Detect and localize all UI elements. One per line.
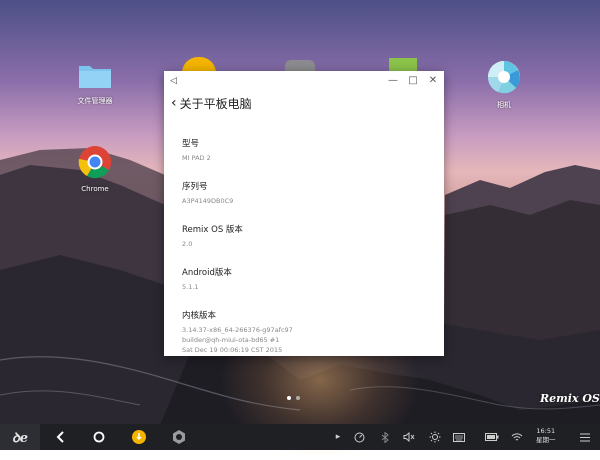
nav-back-button[interactable] — [50, 424, 72, 450]
folder-icon — [79, 66, 111, 88]
kernel-version-value: 3.14.37-x86_64-266376-g97afc97 — [182, 326, 293, 334]
camera-label: 相机 — [497, 101, 511, 109]
chrome-shortcut[interactable]: Chrome — [70, 145, 120, 193]
model-label: 型号 — [182, 139, 200, 149]
app-yellow-icon — [132, 430, 146, 444]
maximize-button[interactable]: □ — [406, 75, 420, 86]
minimize-button[interactable]: — — [386, 75, 400, 86]
window-titlebar[interactable]: ◁ — □ ✕ — [164, 71, 444, 92]
speed-gauge-icon[interactable] — [352, 424, 366, 450]
brightness-icon[interactable] — [428, 424, 442, 450]
expand-tray-icon[interactable]: ▸ — [332, 424, 344, 450]
start-button[interactable]: ꝺе — [0, 424, 40, 450]
remix-os-logo: Remix OS — [540, 392, 600, 405]
camera-shortcut[interactable]: 相机 — [479, 60, 529, 110]
bluetooth-icon[interactable] — [378, 424, 392, 450]
remix-version-label: Remix OS 版本 — [182, 225, 243, 235]
list-item-kernel-version[interactable]: 内核版本 3.14.37-x86_64-266376-g97afc97 buil… — [182, 309, 434, 355]
volume-muted-icon[interactable] — [402, 424, 416, 450]
taskbar-settings[interactable] — [168, 424, 190, 450]
page-dot[interactable] — [296, 396, 300, 400]
clock-time: 16:51 — [536, 427, 556, 435]
file-manager-shortcut[interactable]: 文件管理器 — [70, 60, 120, 106]
android-version-value: 5.1.1 — [182, 283, 199, 291]
keyboard-icon[interactable] — [452, 424, 466, 450]
serial-label: 序列号 — [182, 182, 208, 192]
page-dot[interactable] — [287, 396, 291, 400]
list-item-android-version[interactable]: Android版本 5.1.1 — [182, 266, 434, 292]
home-circle-icon — [93, 431, 105, 443]
device-info-list: 型号 MI PAD 2 序列号 A3P4149DB0C9 Remix OS 版本… — [182, 137, 434, 372]
chrome-label: Chrome — [81, 185, 109, 193]
taskbar: ꝺе ▸ 16:51 星期一 — [0, 424, 600, 450]
chrome-icon — [78, 146, 112, 179]
remix-version-value: 2.0 — [182, 240, 193, 248]
desktop-page-indicator — [287, 396, 300, 400]
android-version-label: Android版本 — [182, 268, 232, 278]
close-button[interactable]: ✕ — [426, 75, 440, 86]
about-tablet-window: ◁ — □ ✕ ‹ 关于平板电脑 型号 MI PAD 2 序列号 A3P4149… — [164, 71, 444, 356]
kernel-builder-value: builder@qh-miui-ota-bd65 #1 — [182, 336, 280, 344]
model-value: MI PAD 2 — [182, 154, 211, 162]
serial-value: A3P4149DB0C9 — [182, 197, 234, 205]
nav-home-button[interactable] — [88, 424, 110, 450]
camera-aperture-icon — [487, 61, 520, 94]
kernel-version-label: 内核版本 — [182, 311, 217, 321]
clock-day: 星期一 — [536, 436, 556, 444]
back-chevron-icon[interactable]: ‹ — [171, 96, 177, 110]
list-item-remix-version[interactable]: Remix OS 版本 2.0 — [182, 223, 434, 249]
hidden-app-icon-green[interactable] — [389, 58, 417, 72]
page-header: ‹ 关于平板电脑 — [164, 92, 444, 114]
file-manager-label: 文件管理器 — [77, 97, 113, 105]
back-arrow-icon — [56, 431, 64, 443]
kernel-date-value: Sat Dec 19 00:06:19 CST 2015 — [182, 346, 283, 354]
list-item-model[interactable]: 型号 MI PAD 2 — [182, 137, 434, 163]
taskbar-app-yellow[interactable] — [128, 424, 150, 450]
window-back-icon[interactable]: ◁ — [170, 76, 177, 86]
battery-icon — [484, 424, 500, 450]
page-title: 关于平板电脑 — [179, 96, 252, 111]
wifi-icon[interactable] — [510, 424, 524, 450]
clock[interactable]: 16:51 星期一 — [536, 427, 556, 445]
settings-gear-icon — [173, 430, 185, 444]
notification-menu-icon[interactable] — [578, 424, 592, 450]
list-item-serial[interactable]: 序列号 A3P4149DB0C9 — [182, 180, 434, 206]
